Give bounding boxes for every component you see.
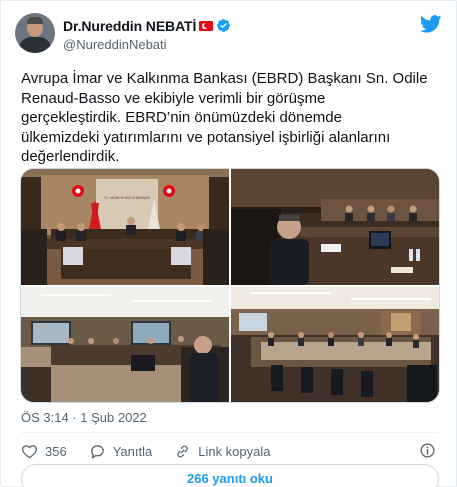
like-count: 356 [45,443,67,459]
author-display-name[interactable]: Dr.Nureddin NEBATİ [63,18,196,34]
twitter-bird-icon[interactable] [420,15,442,33]
tweet-text: Avrupa İmar ve Kalkınma Bankası (EBRD) B… [21,69,441,167]
turkey-flag-icon [199,20,214,31]
author-avatar[interactable] [15,13,55,53]
tweet-text-line: Renaud-Basso ve ekibiyle verimli bir gör… [21,89,326,107]
tweet-actions: 356 Yanıtla Link kopyala [21,441,293,461]
tweet-text-line: ülkemizdeki yatırımlarını ve potansiyel … [21,128,391,146]
copy-link-action[interactable]: Link kopyala [174,443,271,460]
reply-label: Yanıtla [112,443,153,459]
tweet-header: Dr.Nureddin NEBATİ @NureddinNebati [15,13,442,57]
author-names[interactable]: Dr.Nureddin NEBATİ @NureddinNebati [63,17,231,52]
link-icon [177,445,188,457]
tweet-card: Dr.Nureddin NEBATİ @NureddinNebati Avrup… [0,0,457,487]
meeting-photo-1[interactable]: T.C. HAZİNE VE MALİYE BAKANLIĞI [21,169,229,285]
heart-icon [22,444,37,458]
divider [21,432,438,433]
author-handle[interactable]: @NureddinNebati [63,37,231,52]
meeting-photo-4[interactable] [231,287,439,402]
tweet-text-line: gerçekleştirdik. EBRD’nin önümüzdeki dön… [21,109,342,126]
info-icon[interactable] [419,442,436,459]
media-grid: T.C. HAZİNE VE MALİYE BAKANLIĞI [20,168,440,403]
copy-link-label: Link kopyala [198,443,271,459]
reply-action[interactable]: Yanıtla [89,443,153,460]
verified-badge-icon [217,19,231,32]
tweet-text-line: değerlendirdik. [21,148,120,165]
like-action[interactable]: 356 [21,443,67,460]
reply-bubble-icon [90,444,104,459]
photo-wall-text: T.C. HAZİNE VE MALİYE BAKANLIĞI [104,195,150,200]
read-replies-button[interactable]: 266 yanıtı oku [21,464,439,487]
tweet-timestamp[interactable]: ÖS 3:14 · 1 Şub 2022 [21,410,147,425]
meeting-photo-2[interactable] [231,169,439,285]
meeting-photo-3[interactable] [21,287,229,402]
tweet-text-line: Avrupa İmar ve Kalkınma Bankası (EBRD) B… [21,70,428,87]
